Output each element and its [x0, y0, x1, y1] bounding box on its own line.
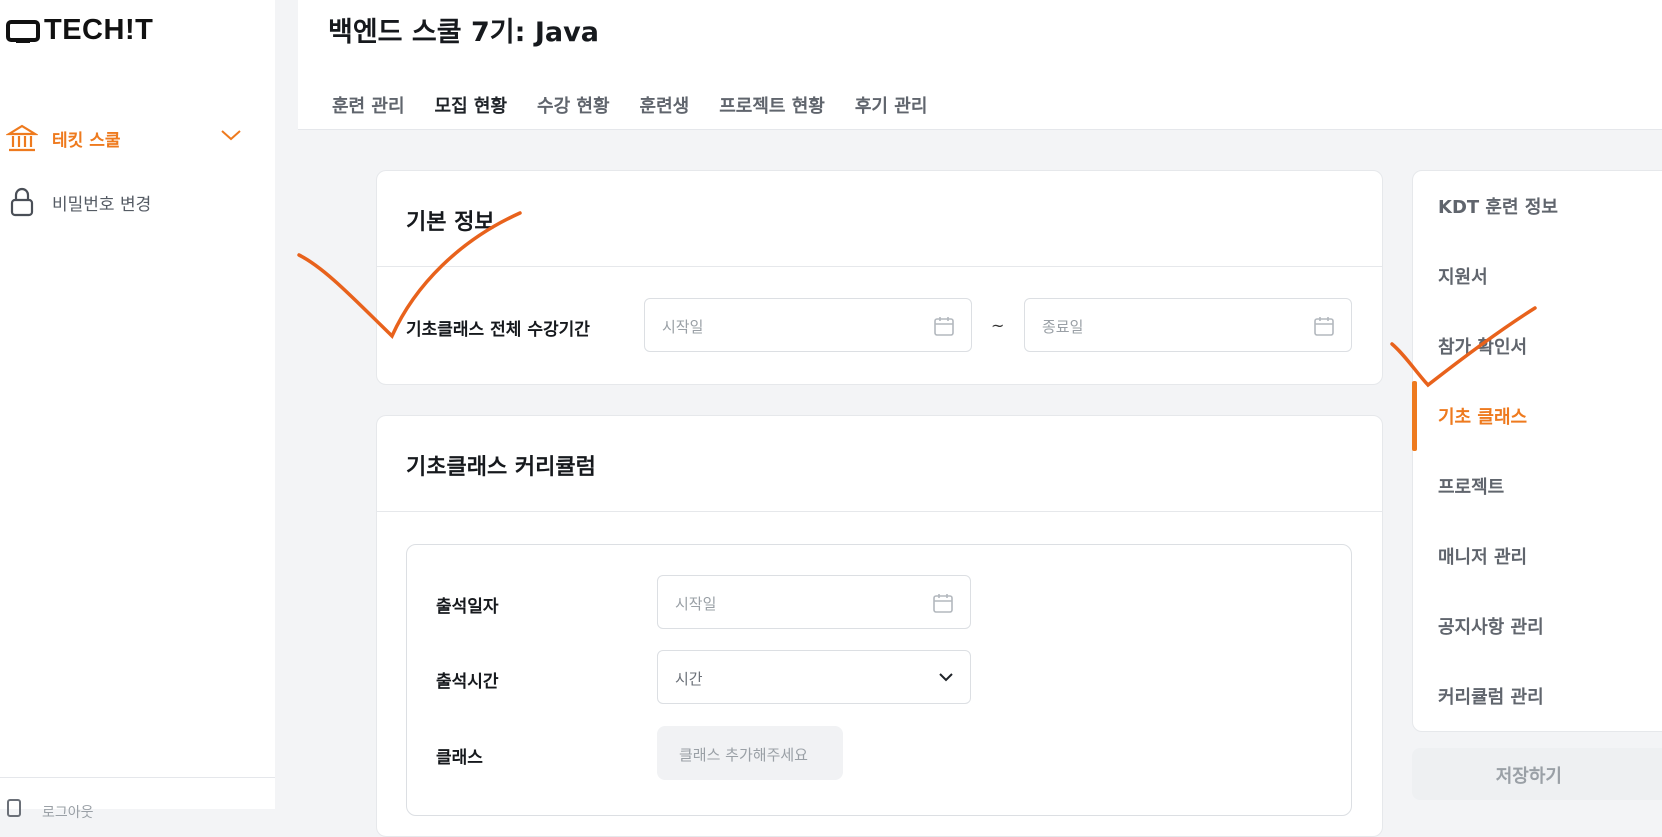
nav-kdt-training-info[interactable]: KDT 훈련 정보: [1438, 193, 1558, 219]
logout-icon: [7, 799, 21, 817]
nav-project[interactable]: 프로젝트: [1438, 473, 1504, 499]
tab-trainees[interactable]: 훈련생: [640, 92, 690, 118]
range-separator: ~: [991, 316, 1005, 335]
nav-participation-confirmation[interactable]: 참가 확인서: [1438, 333, 1527, 359]
add-class-placeholder: 클래스 추가해주세요: [679, 746, 808, 764]
tab-bar: 훈련 관리 모집 현황 수강 현황 훈련생 프로젝트 현황 후기 관리: [332, 92, 957, 118]
attendance-time-placeholder: 시간: [675, 670, 703, 688]
period-end-input[interactable]: 종료일: [1024, 298, 1352, 352]
attendance-date-placeholder: 시작일: [675, 595, 717, 613]
attendance-date-label: 출석일자: [436, 597, 499, 617]
save-label: 저장하기: [1495, 766, 1562, 786]
nav-manager-management[interactable]: 매니저 관리: [1438, 543, 1527, 569]
basic-info-title: 기본 정보: [406, 210, 495, 235]
bank-icon: [2, 118, 42, 158]
sidebar-item-techit-school[interactable]: 테킷 스쿨: [0, 118, 120, 158]
attendance-time-select[interactable]: 시간: [657, 650, 971, 704]
curriculum-entry: 출석일자 시작일 출석시간 시간 클래스 클래스 추가해주세요: [406, 544, 1352, 816]
chevron-down-icon[interactable]: [220, 128, 242, 142]
nav-basic-class[interactable]: 기초 클래스: [1438, 403, 1527, 429]
curriculum-card: 기초클래스 커리큘럼 출석일자 시작일 출석시간 시간 클래스 클래스 추가해주…: [376, 415, 1383, 837]
nav-application[interactable]: 지원서: [1438, 263, 1488, 289]
nav-curriculum-management[interactable]: 커리큘럼 관리: [1438, 683, 1544, 709]
tab-review-management[interactable]: 후기 관리: [855, 92, 928, 118]
page-title: 백엔드 스쿨 7기: Java: [328, 17, 599, 48]
tv-icon: [6, 19, 40, 43]
period-start-input[interactable]: 시작일: [644, 298, 972, 352]
attendance-time-label: 출석시간: [436, 672, 499, 692]
tab-enrollment-status[interactable]: 수강 현황: [537, 92, 610, 118]
lock-icon: [2, 182, 42, 222]
attendance-date-input[interactable]: 시작일: [657, 575, 971, 629]
logout-label: 로그아웃: [42, 805, 94, 821]
sidebar: TECH!T 테킷 스쿨 비밀번호 변경 로그아웃: [0, 0, 275, 821]
start-placeholder: 시작일: [662, 318, 704, 336]
add-class-button[interactable]: 클래스 추가해주세요: [657, 726, 843, 780]
section-nav: KDT 훈련 정보 지원서 참가 확인서 기초 클래스 프로젝트 매니저 관리 …: [1412, 170, 1662, 732]
chevron-down-icon: [939, 673, 953, 682]
end-placeholder: 종료일: [1042, 318, 1084, 336]
header: 백엔드 스쿨 7기: Java 훈련 관리 모집 현황 수강 현황 훈련생 프로…: [298, 0, 1662, 130]
save-button[interactable]: 저장하기: [1412, 748, 1662, 800]
basic-info-card: 기본 정보 기초클래스 전체 수강기간 시작일 ~ 종료일: [376, 170, 1383, 385]
curriculum-title: 기초클래스 커리큘럼: [406, 455, 596, 480]
logo-text: TECH!T: [44, 14, 154, 46]
calendar-icon[interactable]: [932, 592, 954, 614]
calendar-icon[interactable]: [933, 315, 955, 337]
sidebar-item-label: 비밀번호 변경: [52, 194, 152, 215]
calendar-icon[interactable]: [1313, 315, 1335, 337]
divider: [377, 266, 1382, 267]
class-label: 클래스: [436, 748, 483, 768]
nav-notice-management[interactable]: 공지사항 관리: [1438, 613, 1544, 639]
course-period-label: 기초클래스 전체 수강기간: [406, 320, 590, 340]
tab-project-status[interactable]: 프로젝트 현황: [719, 92, 825, 118]
sidebar-item-change-password[interactable]: 비밀번호 변경: [0, 182, 151, 222]
tab-training-management[interactable]: 훈련 관리: [332, 92, 405, 118]
sidebar-bottom[interactable]: 로그아웃: [0, 777, 275, 821]
sidebar-item-label: 테킷 스쿨: [52, 130, 121, 151]
logo[interactable]: TECH!T: [6, 14, 153, 47]
tab-recruitment-status[interactable]: 모집 현황: [435, 92, 508, 118]
active-indicator: [1412, 381, 1417, 451]
divider: [377, 511, 1382, 512]
